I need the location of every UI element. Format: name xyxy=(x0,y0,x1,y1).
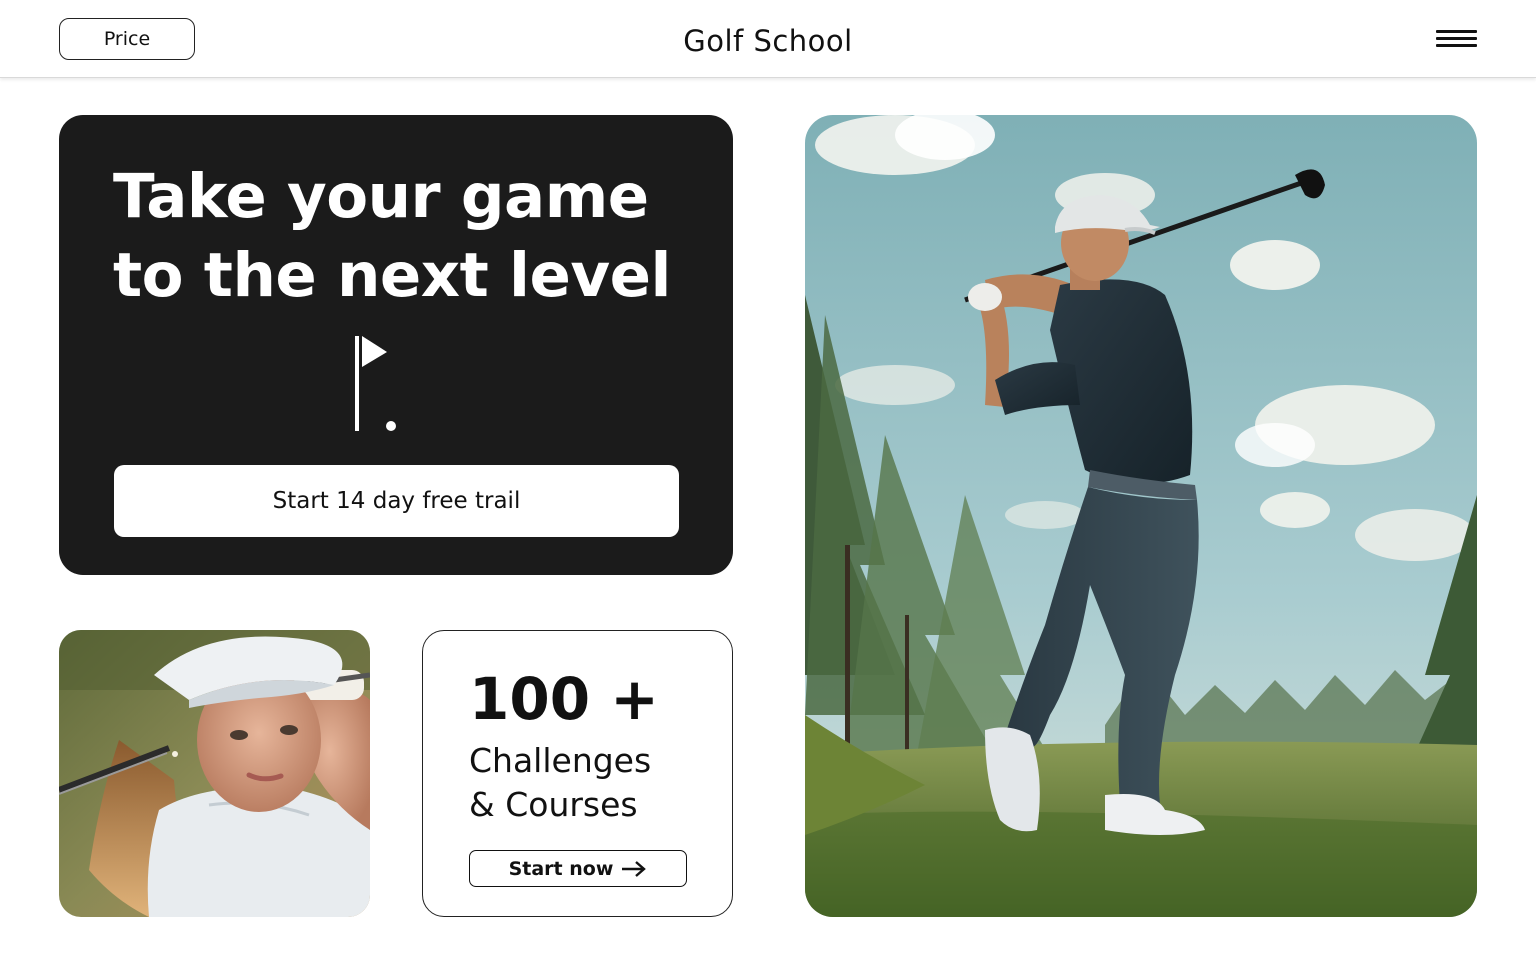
arrow-right-icon xyxy=(622,860,647,877)
golfer-swing-photo xyxy=(805,115,1477,917)
hero-card: Take your game to the next level Start 1… xyxy=(59,115,733,575)
start-free-trial-button[interactable]: Start 14 day free trail xyxy=(114,465,679,537)
start-now-label: Start now xyxy=(508,857,614,880)
challenges-label-line1: Challenges xyxy=(469,741,652,780)
start-now-button[interactable]: Start now xyxy=(469,850,687,887)
challenges-card: 100 + Challenges & Courses Start now xyxy=(422,630,733,917)
challenges-label-line2: & Courses xyxy=(469,785,638,824)
hero-title: Take your game to the next level xyxy=(113,157,713,315)
hero-title-line2: to the next level xyxy=(113,240,671,311)
woman-golfer-photo xyxy=(59,630,370,917)
challenges-label: Challenges & Courses xyxy=(469,739,719,827)
brand-title: Golf School xyxy=(683,24,853,58)
challenges-count: 100 + xyxy=(469,665,659,733)
hamburger-menu-icon[interactable] xyxy=(1436,28,1478,50)
golf-flag-icon xyxy=(355,336,396,431)
top-bar: Price Golf School xyxy=(0,0,1536,78)
hero-title-line1: Take your game xyxy=(113,161,649,232)
